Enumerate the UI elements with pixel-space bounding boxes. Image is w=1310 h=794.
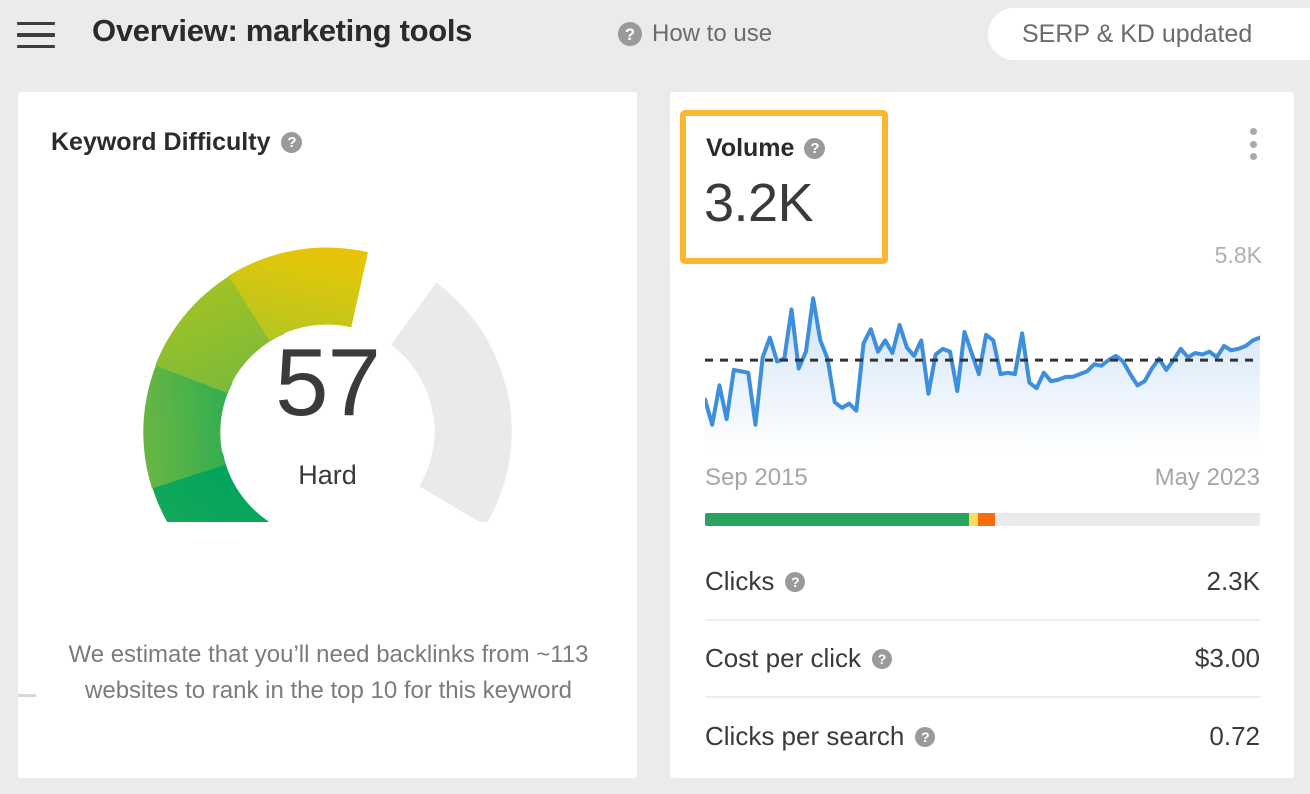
distribution-segment-green — [705, 513, 969, 526]
metric-name: Clicks per search — [705, 721, 904, 752]
volume-date-start: Sep 2015 — [705, 464, 808, 492]
hamburger-icon[interactable] — [17, 18, 55, 52]
serp-kd-updated-pill[interactable]: SERP & KD updated — [988, 8, 1310, 60]
volume-title: Volume — [706, 134, 794, 163]
metric-row: Clicks? 2.3K — [705, 544, 1260, 621]
hamburger-bar — [17, 33, 55, 37]
question-mark-icon[interactable]: ? — [804, 138, 825, 159]
volume-card: Volume ? 3.2K 5.8K — [670, 92, 1294, 778]
keyword-difficulty-gauge: 57 Hard — [51, 232, 604, 632]
kebab-dot — [1250, 128, 1257, 135]
volume-metrics-list: Clicks? 2.3K Cost per click? $3.00 Clicks pe… — [705, 544, 1260, 775]
question-mark-icon: ? — [618, 22, 642, 46]
volume-value: 3.2K — [704, 176, 813, 230]
volume-distribution-bar — [705, 513, 1260, 526]
metric-value: 0.72 — [1209, 721, 1260, 752]
app-root: Overview: marketing tools ? How to use S… — [0, 0, 1310, 794]
keyword-difficulty-note: We estimate that you’ll need backlinks f… — [66, 637, 591, 709]
metric-value: 2.3K — [1207, 566, 1261, 597]
kebab-dot — [1250, 141, 1257, 148]
metric-value: $3.00 — [1195, 643, 1260, 674]
sparkline-svg — [705, 285, 1260, 452]
volume-header: Volume ? — [706, 134, 825, 163]
card-divider — [18, 694, 36, 697]
metric-row: Clicks per search? 0.72 — [705, 698, 1260, 775]
metric-label-group: Cost per click? — [705, 643, 892, 674]
serp-kd-updated-label: SERP & KD updated — [1022, 20, 1252, 49]
keyword-difficulty-title: Keyword Difficulty — [51, 128, 270, 157]
volume-date-range: Sep 2015 May 2023 — [705, 464, 1260, 492]
question-mark-icon[interactable]: ? — [785, 572, 805, 592]
distribution-segment-grey — [995, 513, 1260, 526]
keyword-difficulty-header: Keyword Difficulty ? — [51, 128, 302, 157]
volume-sparkline-chart[interactable] — [705, 285, 1260, 452]
volume-axis-max-label: 5.8K — [1215, 242, 1262, 269]
keyword-difficulty-card: Keyword Difficulty ? — [18, 92, 637, 778]
how-to-use-label: How to use — [652, 20, 772, 48]
metric-name: Clicks — [705, 566, 774, 597]
more-vertical-icon[interactable] — [1242, 128, 1264, 160]
question-mark-icon[interactable]: ? — [281, 132, 302, 153]
metric-label-group: Clicks per search? — [705, 721, 935, 752]
page-header: Overview: marketing tools ? How to use S… — [0, 0, 1310, 70]
how-to-use-link[interactable]: ? How to use — [618, 20, 772, 48]
question-mark-icon[interactable]: ? — [915, 727, 935, 747]
metric-name: Cost per click — [705, 643, 861, 674]
distribution-segment-orange — [978, 513, 995, 526]
keyword-difficulty-label: Hard — [51, 460, 604, 491]
kebab-dot — [1250, 153, 1257, 160]
distribution-segment-yellow — [969, 513, 978, 526]
metric-label-group: Clicks? — [705, 566, 805, 597]
page-title: Overview: marketing tools — [92, 13, 472, 49]
metric-row: Cost per click? $3.00 — [705, 621, 1260, 698]
hamburger-bar — [17, 45, 55, 49]
hamburger-bar — [17, 22, 55, 26]
question-mark-icon[interactable]: ? — [872, 649, 892, 669]
keyword-difficulty-score: 57 — [51, 335, 604, 431]
volume-date-end: May 2023 — [1155, 464, 1260, 492]
